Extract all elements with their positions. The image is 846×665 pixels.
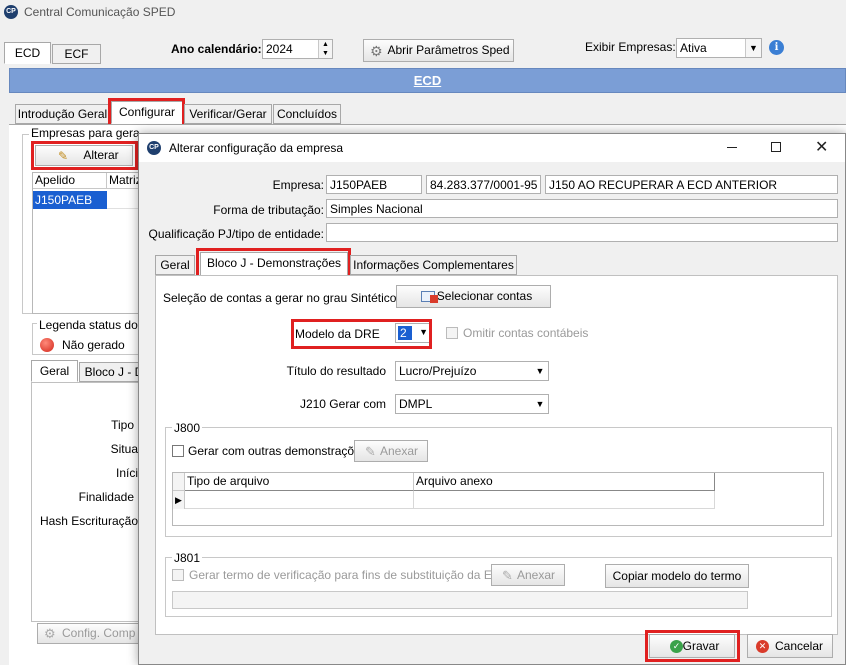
titulo-resultado-select[interactable]: Lucro/Prejuízo ▼	[395, 361, 549, 381]
field-inicio-label: Iníci	[115, 466, 138, 480]
selecao-label: Seleção de contas a gerar no grau Sintét…	[163, 291, 397, 305]
tab-ecf[interactable]: ECF	[52, 44, 101, 64]
empresa-cnpj-field[interactable]: 84.283.377/0001-95	[426, 175, 541, 194]
anexar-j801-label: Anexar	[516, 568, 556, 582]
exibir-empresas-value: Ativa	[680, 41, 707, 55]
qualificacao-field[interactable]	[326, 223, 838, 242]
dialog-title: Alterar configuração da empresa	[169, 141, 344, 155]
empresa-code-field[interactable]: J150PAEB	[326, 175, 422, 194]
titulo-resultado-label: Título do resultado	[286, 364, 386, 378]
exibir-empresas-label: Exibir Empresas:	[585, 40, 676, 54]
highlight-gravar	[645, 630, 740, 662]
table-row[interactable]: J150PAEB	[33, 191, 107, 209]
alterar-configuracao-dialog: CP Alterar configuração da empresa ✕ Emp…	[138, 133, 846, 665]
field-situacao-label: Situa	[110, 442, 138, 456]
anexar-j800-button[interactable]: ✎ Anexar	[354, 440, 428, 462]
column-header-tipo-arquivo[interactable]: Tipo de arquivo	[185, 473, 414, 491]
maximize-icon[interactable]	[771, 142, 781, 152]
j800-title: J800	[172, 421, 203, 435]
anexar-j801-button[interactable]: ✎ Anexar	[491, 564, 565, 586]
j801-title: J801	[172, 551, 203, 565]
info-icon[interactable]: i	[769, 40, 784, 55]
tab-concluidos[interactable]: Concluídos	[273, 104, 341, 124]
cancelar-label: Cancelar	[774, 639, 824, 653]
paperclip-icon: ✎	[502, 568, 513, 583]
exibir-empresas-select[interactable]: Ativa ▼	[676, 38, 762, 58]
empresa-label: Empresa:	[272, 178, 324, 192]
ano-calendario-value: 2024	[266, 42, 293, 56]
tab-introducao-geral[interactable]: Introdução Geral	[15, 104, 110, 124]
highlight-alterar	[31, 141, 138, 170]
gerar-termo-checkbox[interactable]	[172, 569, 184, 581]
j210-select[interactable]: DMPL ▼	[395, 394, 549, 414]
row-indicator-icon: ▶	[173, 491, 185, 509]
app-logo-icon: CP	[4, 5, 18, 19]
gear-icon: ⚙	[370, 43, 383, 59]
tributacao-field[interactable]: Simples Nacional	[326, 199, 838, 218]
j210-value: DMPL	[399, 397, 433, 411]
j210-label: J210 Gerar com	[299, 397, 386, 411]
tributacao-label: Forma de tributação:	[213, 203, 324, 217]
highlight-configurar	[108, 98, 185, 127]
title-bar: CP Central Comunicação SPED	[0, 0, 846, 26]
tab-dialog-geral[interactable]: Geral	[155, 255, 195, 275]
gear-icon: ⚙	[44, 626, 56, 641]
dialog-title-bar: CP Alterar configuração da empresa ✕	[139, 134, 845, 162]
ecd-banner: ECD	[9, 68, 846, 93]
gerar-outras-demonstracoes-label: Gerar com outras demonstrações	[188, 444, 367, 458]
chevron-down-icon: ▼	[745, 39, 761, 57]
table-row[interactable]	[185, 491, 414, 509]
close-icon[interactable]: ✕	[815, 137, 828, 157]
legend-nao-gerado: Não gerado	[62, 338, 125, 352]
column-header-arquivo-anexo[interactable]: Arquivo anexo	[414, 473, 715, 491]
config-comp-button[interactable]: ⚙ Config. Comp	[37, 623, 147, 644]
omitir-contas-label: Omitir contas contábeis	[463, 326, 589, 340]
anexar-j800-label: Anexar	[379, 444, 419, 458]
field-finalidade-label: Finalidade	[78, 490, 134, 504]
empresas-group-title: Empresas para geração ECD (1)	[29, 126, 139, 140]
tab-verificar-gerar[interactable]: Verificar/Gerar	[184, 104, 272, 124]
field-hash-label: Hash Escrituração	[39, 514, 138, 528]
banner-title: ECD	[413, 73, 442, 88]
abrir-parametros-button[interactable]: ⚙ Abrir Parâmetros Sped	[363, 39, 514, 62]
cancelar-button[interactable]: ✕ Cancelar	[747, 634, 833, 658]
chevron-down-icon: ▼	[532, 362, 548, 380]
field-tipo-label: Tipo	[111, 418, 134, 432]
list-icon-marker	[430, 295, 438, 303]
qualificacao-label: Qualificação PJ/tipo de entidade:	[148, 227, 324, 241]
abrir-parametros-label: Abrir Parâmetros Sped	[387, 43, 510, 57]
omitir-contas-checkbox[interactable]	[446, 327, 458, 339]
empresas-table: Apelido Matriz J150PAEB	[32, 172, 147, 314]
selecionar-contas-button[interactable]: Selecionar contas	[396, 285, 551, 308]
tab-dialog-info-complementares[interactable]: Informações Complementares	[350, 255, 517, 275]
config-comp-label: Config. Comp	[62, 626, 136, 640]
ano-calendario-input[interactable]: 2024 ▲ ▼	[262, 39, 333, 59]
j800-table: Tipo de arquivo Arquivo anexo ▶	[172, 472, 824, 526]
tab-ecd[interactable]: ECD	[4, 42, 51, 64]
status-red-icon	[40, 338, 54, 352]
column-header-apelido[interactable]: Apelido	[33, 173, 107, 189]
cancel-icon: ✕	[756, 640, 769, 653]
year-spinner[interactable]: ▲ ▼	[318, 40, 332, 58]
titulo-resultado-value: Lucro/Prejuízo	[399, 364, 477, 378]
tab-left-geral[interactable]: Geral	[31, 360, 78, 382]
paperclip-icon: ✎	[365, 444, 376, 459]
highlight-modelo-dre	[291, 319, 432, 349]
empresa-name-field[interactable]: J150 AO RECUPERAR A ECD ANTERIOR	[545, 175, 838, 194]
table-cell-arquivo-anexo[interactable]	[414, 491, 715, 509]
row-selector-header	[173, 473, 185, 491]
gerar-termo-label: Gerar termo de verificação para fins de …	[189, 568, 510, 582]
copiar-modelo-button[interactable]: Copiar modelo do termo	[605, 564, 749, 588]
legenda-title: Legenda status do	[37, 318, 140, 332]
gerar-outras-demonstracoes-checkbox[interactable]	[172, 445, 184, 457]
window-title: Central Comunicação SPED	[24, 5, 176, 19]
dialog-logo-icon: CP	[147, 141, 161, 155]
ano-calendario-label: Ano calendário:	[171, 42, 262, 56]
chevron-down-icon: ▼	[532, 395, 548, 413]
j801-termo-field[interactable]	[172, 591, 748, 609]
minimize-icon[interactable]	[727, 147, 737, 148]
